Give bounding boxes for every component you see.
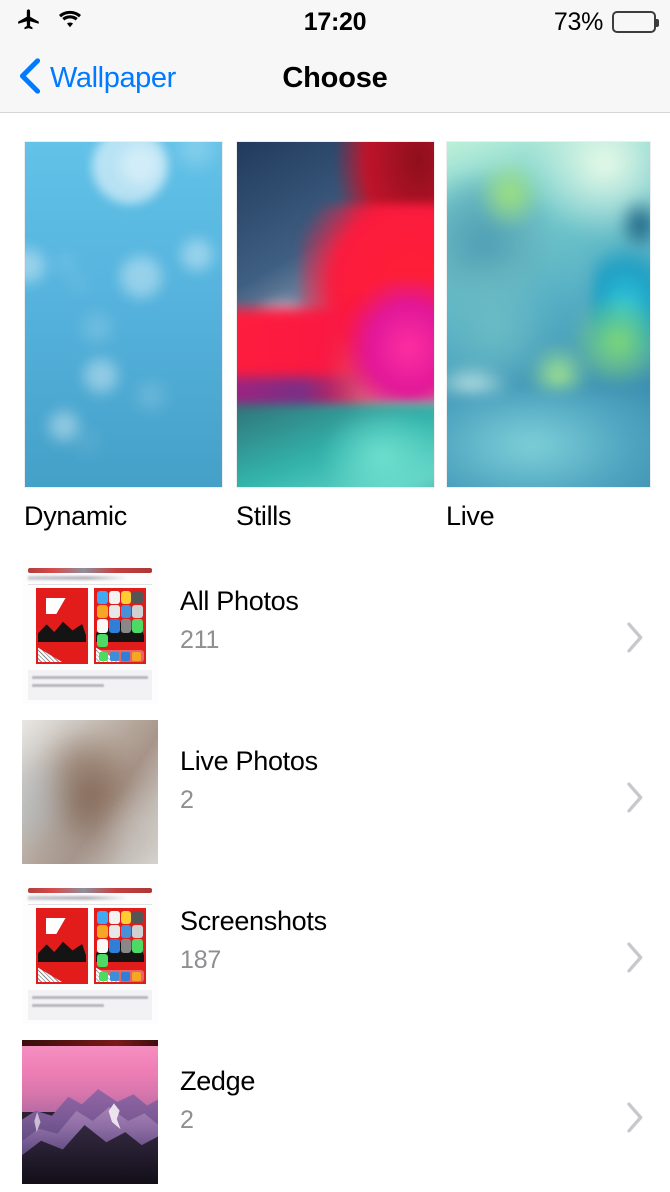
album-list: All Photos 211 Live Photos 2 Screenshots… <box>0 560 670 1192</box>
album-count: 2 <box>180 1106 194 1135</box>
album-row-zedge[interactable]: Zedge 2 <box>0 1040 670 1192</box>
navigation-bar: Wallpaper Choose <box>0 44 670 113</box>
stills-wallpaper-thumbnail[interactable] <box>236 141 435 488</box>
status-bar-right: 73% <box>553 0 659 44</box>
album-row-screenshots[interactable]: Screenshots 187 <box>0 880 670 1040</box>
clock-time: 17:20 <box>303 7 367 36</box>
stills-wallpaper-art <box>237 142 434 487</box>
wallpaper-chooser-screen: 17:20 73% Wallpaper Choose Dynamic Still… <box>0 0 670 1192</box>
album-text-group: Live Photos 2 <box>180 746 318 815</box>
mountain-sunset-thumbnail <box>22 1040 158 1184</box>
album-text-group: Screenshots 187 <box>180 906 327 975</box>
album-count: 211 <box>180 626 220 655</box>
album-text-group: Zedge 2 <box>180 1066 255 1135</box>
persona5-screenshot-thumbnail <box>22 880 158 1024</box>
chevron-right-icon[interactable] <box>624 1101 644 1140</box>
battery-icon <box>612 11 659 33</box>
album-text-group: All Photos 211 <box>180 586 299 655</box>
blurred-photo-thumbnail <box>22 720 158 864</box>
album-title: All Photos <box>180 586 299 616</box>
live-wallpaper-art <box>447 142 650 487</box>
category-cell-dynamic[interactable]: Dynamic <box>24 141 223 532</box>
screenshot-preview-art <box>22 560 158 704</box>
mountain-sunset-art <box>22 1040 158 1184</box>
category-cell-live[interactable]: Live <box>446 141 651 532</box>
album-row-live-photos[interactable]: Live Photos 2 <box>0 720 670 880</box>
status-bar: 17:20 73% <box>0 0 670 44</box>
chevron-right-icon[interactable] <box>624 621 644 660</box>
persona5-screenshot-thumbnail <box>22 560 158 704</box>
chevron-right-icon[interactable] <box>624 941 644 980</box>
battery-percentage-label: 73% <box>553 7 603 36</box>
album-title: Screenshots <box>180 906 327 936</box>
category-label-live: Live <box>446 501 495 531</box>
wallpaper-category-grid: Dynamic Stills Live <box>0 141 670 541</box>
category-label-dynamic: Dynamic <box>24 501 127 531</box>
live-wallpaper-thumbnail[interactable] <box>446 141 651 488</box>
page-title: Choose <box>282 62 388 94</box>
dynamic-wallpaper-thumbnail[interactable] <box>24 141 223 488</box>
category-cell-stills[interactable]: Stills <box>236 141 435 532</box>
blurred-photo-art <box>22 720 158 864</box>
album-title: Live Photos <box>180 746 318 776</box>
album-title: Zedge <box>180 1066 256 1096</box>
album-row-all-photos[interactable]: All Photos 211 <box>0 560 670 720</box>
dynamic-wallpaper-art <box>25 142 222 487</box>
battery-nub <box>656 19 659 27</box>
album-count: 187 <box>180 946 222 975</box>
album-count: 2 <box>180 786 194 815</box>
category-label-stills: Stills <box>236 501 292 531</box>
chevron-right-icon[interactable] <box>624 781 644 820</box>
screenshot-preview-art <box>22 880 158 1024</box>
